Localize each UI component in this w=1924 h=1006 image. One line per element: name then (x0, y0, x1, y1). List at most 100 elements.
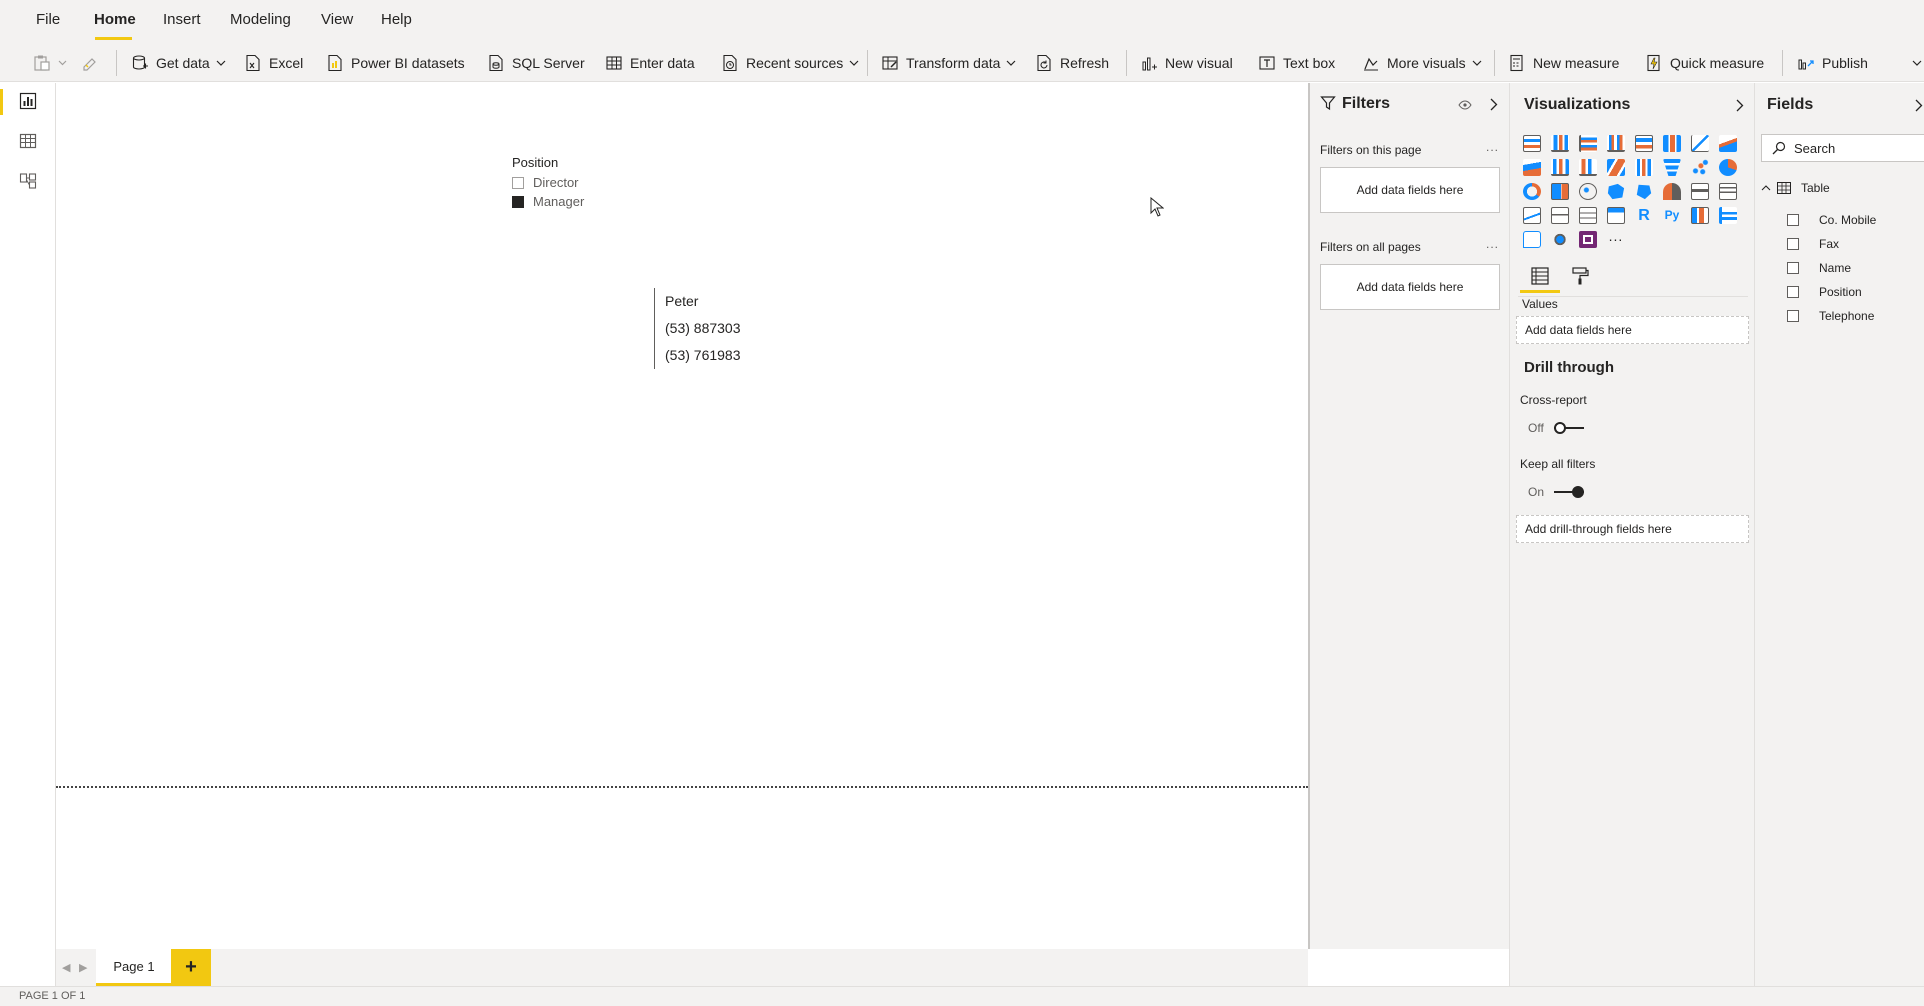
field-checkbox[interactable] (1787, 262, 1799, 274)
previous-page-arrow-icon[interactable]: ◀ (62, 961, 70, 974)
toggle-switch[interactable] (1553, 422, 1584, 434)
field-telephone[interactable]: Telephone (1787, 309, 1874, 323)
slicer-checkbox-checked[interactable] (512, 195, 524, 208)
menu-help[interactable]: Help (381, 11, 412, 28)
power-apps-icon[interactable] (1579, 231, 1597, 248)
gauge-icon[interactable] (1663, 183, 1681, 200)
menu-view[interactable]: View (321, 11, 353, 28)
filled-map-icon[interactable] (1607, 183, 1625, 200)
treemap-icon[interactable] (1551, 183, 1569, 200)
chevron-right-icon[interactable] (1736, 99, 1744, 112)
slicer-item-director[interactable]: Director (512, 173, 584, 192)
model-view-button[interactable] (12, 165, 44, 197)
quick-measure-button[interactable]: Quick measure (1645, 51, 1764, 75)
chevron-right-icon[interactable] (1490, 98, 1498, 111)
publish-button[interactable]: Publish (1797, 51, 1868, 75)
slicer-item-manager[interactable]: Manager (512, 192, 584, 211)
python-visual-icon[interactable]: Py (1663, 207, 1681, 224)
menu-modeling[interactable]: Modeling (230, 11, 291, 28)
fields-search-input[interactable]: Search (1761, 134, 1924, 162)
power-bi-datasets-button[interactable]: Power BI datasets (326, 51, 465, 75)
map-icon[interactable] (1579, 183, 1597, 200)
line-and-stacked-column-chart-icon[interactable] (1551, 159, 1569, 176)
clustered-column-chart-icon[interactable] (1607, 135, 1625, 152)
recent-sources-button[interactable]: Recent sources (721, 51, 859, 75)
smart-narrative-icon[interactable] (1551, 231, 1569, 248)
drill-through-drop-zone[interactable]: Add drill-through fields here (1516, 515, 1749, 543)
cross-report-toggle[interactable]: Off (1528, 421, 1584, 435)
field-checkbox[interactable] (1787, 238, 1799, 250)
menu-file[interactable]: File (36, 11, 60, 28)
r-script-visual-icon[interactable]: R (1635, 207, 1653, 224)
field-position[interactable]: Position (1787, 285, 1862, 299)
donut-chart-icon[interactable] (1523, 183, 1541, 200)
shape-map-icon[interactable] (1636, 184, 1652, 200)
more-visuals-button[interactable]: More visuals (1362, 51, 1482, 75)
more-options-icon[interactable]: ... (1486, 140, 1499, 154)
kpi-icon[interactable] (1523, 207, 1541, 224)
more-options-icon[interactable]: ... (1486, 237, 1499, 251)
field-name[interactable]: Name (1787, 261, 1851, 275)
paste-button[interactable] (33, 51, 67, 75)
decomposition-tree-icon[interactable] (1719, 207, 1737, 224)
chevron-down-icon[interactable] (1912, 60, 1922, 66)
field-co-mobile[interactable]: Co. Mobile (1787, 213, 1876, 227)
text-box-button[interactable]: Text box (1258, 51, 1335, 75)
sql-server-button[interactable]: SQL Server (487, 51, 585, 75)
add-page-button[interactable]: + (171, 949, 211, 986)
new-visual-button[interactable]: New visual (1140, 51, 1233, 75)
chevron-right-icon[interactable] (1915, 99, 1923, 112)
field-checkbox[interactable] (1787, 310, 1799, 322)
excel-button[interactable]: Excel (244, 51, 303, 75)
data-view-button[interactable] (12, 125, 44, 157)
matrix-icon[interactable] (1607, 207, 1625, 224)
transform-data-button[interactable]: Transform data (881, 51, 1016, 75)
report-filter-drop-zone[interactable]: Add data fields here (1320, 264, 1500, 310)
stacked-bar-chart-icon[interactable] (1523, 135, 1541, 152)
page-tab-1[interactable]: Page 1 (96, 949, 172, 986)
multi-row-card-icon[interactable] (1719, 183, 1737, 200)
fields-tab[interactable] (1522, 261, 1558, 291)
waterfall-chart-icon[interactable] (1635, 159, 1653, 176)
field-table-node[interactable]: Table (1761, 181, 1830, 195)
new-measure-button[interactable]: New measure (1508, 51, 1619, 75)
ribbon-chart-icon[interactable] (1607, 159, 1625, 176)
slicer-checkbox[interactable] (512, 176, 524, 189)
get-data-button[interactable]: Get data (131, 51, 226, 75)
multi-row-card[interactable]: Peter (53) 887303 (53) 761983 (654, 288, 741, 369)
refresh-button[interactable]: Refresh (1035, 51, 1109, 75)
more-visuals-icon[interactable]: ... (1607, 229, 1625, 248)
clustered-bar-chart-icon[interactable] (1579, 135, 1597, 152)
qa-icon[interactable] (1523, 231, 1541, 248)
100-stacked-column-chart-icon[interactable] (1663, 135, 1681, 152)
line-chart-icon[interactable] (1691, 135, 1709, 152)
page-filter-drop-zone[interactable]: Add data fields here (1320, 167, 1500, 213)
line-and-clustered-column-chart-icon[interactable] (1579, 159, 1597, 176)
table-icon[interactable] (1579, 207, 1597, 224)
pie-chart-icon[interactable] (1719, 159, 1737, 176)
stacked-area-chart-icon[interactable] (1523, 159, 1541, 176)
report-canvas[interactable]: Position Director Manager Peter (53) 887… (56, 83, 1308, 949)
position-slicer[interactable]: Position Director Manager (512, 155, 584, 211)
keep-all-filters-toggle[interactable]: On (1528, 485, 1585, 499)
menu-home[interactable]: Home (94, 11, 136, 28)
area-chart-icon[interactable] (1719, 135, 1737, 152)
menu-insert[interactable]: Insert (163, 11, 201, 28)
enter-data-button[interactable]: Enter data (605, 51, 695, 75)
field-checkbox[interactable] (1787, 286, 1799, 298)
slicer-icon[interactable] (1551, 207, 1569, 224)
field-fax[interactable]: Fax (1787, 237, 1839, 251)
100-stacked-bar-chart-icon[interactable] (1635, 135, 1653, 152)
format-painter-button[interactable] (81, 51, 106, 75)
eye-icon[interactable] (1458, 100, 1472, 110)
toggle-switch[interactable] (1554, 486, 1585, 498)
format-tab[interactable] (1562, 261, 1598, 291)
key-influencers-icon[interactable] (1691, 207, 1709, 224)
card-icon[interactable] (1691, 183, 1709, 200)
next-page-arrow-icon[interactable]: ▶ (79, 961, 87, 974)
scatter-chart-icon[interactable] (1691, 159, 1709, 176)
field-checkbox[interactable] (1787, 214, 1799, 226)
funnel-chart-icon[interactable] (1663, 159, 1681, 176)
values-drop-zone[interactable]: Add data fields here (1516, 316, 1749, 344)
report-view-button[interactable] (12, 85, 44, 117)
